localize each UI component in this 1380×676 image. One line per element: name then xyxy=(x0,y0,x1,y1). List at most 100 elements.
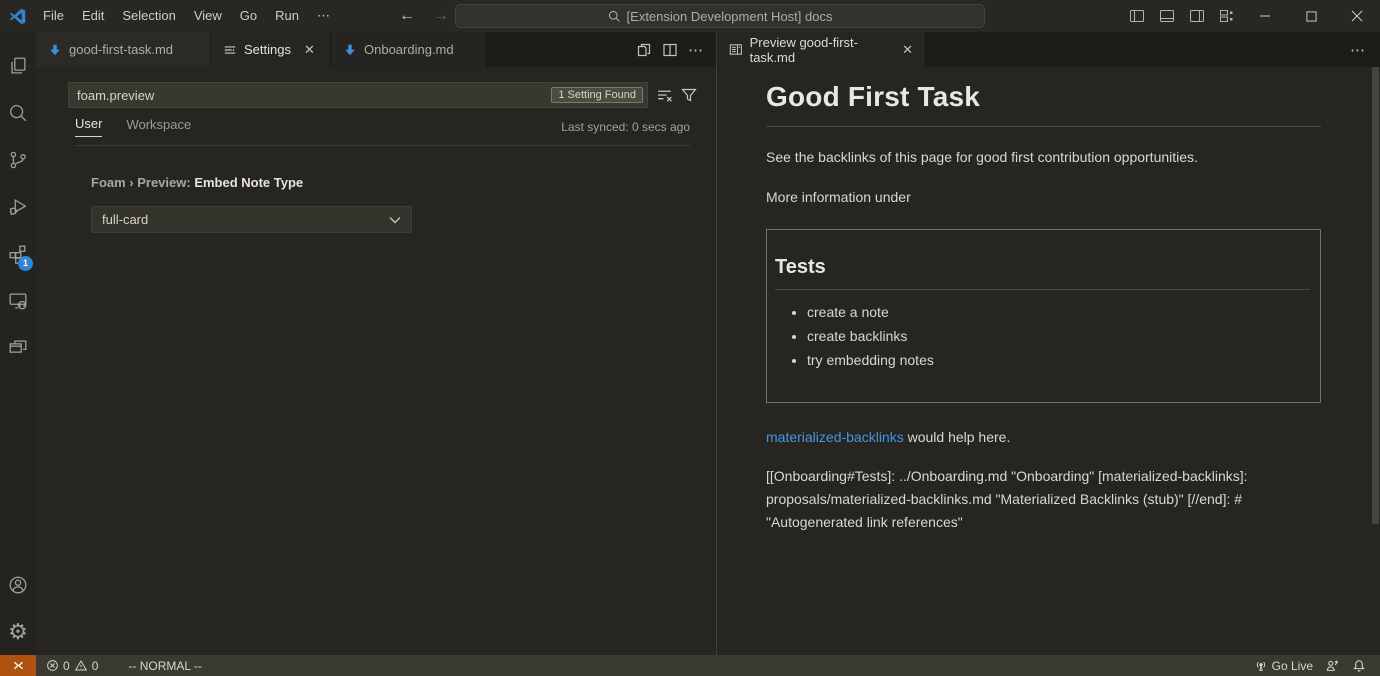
back-arrow-icon[interactable]: ← xyxy=(399,7,415,25)
broadcast-icon xyxy=(1254,659,1268,672)
problems-indicator[interactable]: 0 0 xyxy=(40,655,104,676)
person-feedback-icon xyxy=(1325,659,1340,673)
tab-onboarding[interactable]: Onboarding.md xyxy=(331,32,487,67)
settings-editor-icon xyxy=(223,43,237,57)
preview-paragraph: materialized-backlinks would help here. xyxy=(766,429,1321,445)
close-button[interactable] xyxy=(1334,0,1380,32)
more-actions-icon[interactable]: ⋯ xyxy=(1350,32,1380,67)
split-editor-icon[interactable] xyxy=(662,42,678,58)
menu-run[interactable]: Run xyxy=(266,5,308,27)
embedded-note-title: Tests xyxy=(775,256,1310,290)
tab-settings[interactable]: Settings ✕ xyxy=(211,32,331,67)
close-icon[interactable]: ✕ xyxy=(304,42,315,58)
menu-edit[interactable]: Edit xyxy=(73,5,113,27)
extensions-badge: 1 xyxy=(18,256,33,271)
markdown-preview: Good First Task See the backlinks of thi… xyxy=(717,67,1380,655)
notifications-bell-button[interactable] xyxy=(1346,655,1372,676)
status-bar: 0 0 -- NORMAL -- Go Live xyxy=(0,655,1380,676)
markdown-icon xyxy=(343,43,357,57)
settings-search-input[interactable] xyxy=(69,88,551,103)
clear-filters-icon[interactable] xyxy=(656,87,673,104)
menu-overflow-icon[interactable]: ⋯ xyxy=(308,5,339,27)
tabbar-empty-space xyxy=(487,32,636,67)
command-center-search[interactable]: [Extension Development Host] docs xyxy=(455,4,985,28)
preview-paragraph: See the backlinks of this page for good … xyxy=(766,149,1321,165)
list-item: create backlinks xyxy=(807,328,1312,344)
open-changes-icon[interactable] xyxy=(636,42,652,58)
vscode-window: File Edit Selection View Go Run ⋯ ← → [E… xyxy=(0,0,1380,676)
markdown-icon xyxy=(48,43,62,57)
chevron-down-icon xyxy=(389,216,401,224)
filter-funnel-icon[interactable] xyxy=(681,87,697,103)
go-live-button[interactable]: Go Live xyxy=(1248,655,1319,676)
activity-bar: 1 ⚙ xyxy=(0,32,36,655)
explorer-files-icon[interactable] xyxy=(0,42,36,89)
preview-scrollbar[interactable] xyxy=(1372,67,1379,524)
results-count-badge: 1 Setting Found xyxy=(551,87,643,103)
minimize-button[interactable] xyxy=(1242,0,1288,32)
settings-search-box: 1 Setting Found xyxy=(68,82,648,108)
remote-explorer-icon[interactable] xyxy=(0,277,36,324)
remote-indicator[interactable] xyxy=(0,655,36,676)
source-control-icon[interactable] xyxy=(0,136,36,183)
right-group-tabs: Preview good-first-task.md ✕ ⋯ xyxy=(717,32,1380,67)
editor-actions: ⋯ xyxy=(636,32,716,67)
feedback-button[interactable] xyxy=(1319,655,1346,676)
forward-arrow-icon[interactable]: → xyxy=(433,7,449,25)
tab-label: Onboarding.md xyxy=(364,42,454,57)
tab-preview-good-first-task[interactable]: Preview good-first-task.md ✕ xyxy=(717,32,926,67)
menu-go[interactable]: Go xyxy=(231,5,266,27)
statusbar-right: Go Live xyxy=(1248,655,1380,676)
settings-search-row: 1 Setting Found xyxy=(68,82,726,108)
extensions-icon[interactable]: 1 xyxy=(0,230,36,277)
preview-paragraph: More information under xyxy=(766,189,1321,205)
accounts-icon[interactable] xyxy=(0,561,36,608)
history-navigation: ← → xyxy=(399,7,449,25)
menu-selection[interactable]: Selection xyxy=(113,5,184,27)
tab-label: Settings xyxy=(244,42,291,57)
menu-file[interactable]: File xyxy=(34,5,73,27)
preview-title: Good First Task xyxy=(766,81,1321,127)
more-actions-icon[interactable]: ⋯ xyxy=(688,41,704,59)
errors-count: 0 xyxy=(63,659,70,673)
warnings-count: 0 xyxy=(92,659,99,673)
last-synced-label: Last synced: 0 secs ago xyxy=(561,120,690,134)
bell-icon xyxy=(1352,659,1366,673)
windows-icon[interactable] xyxy=(0,324,36,371)
tab-label: Preview good-first-task.md xyxy=(750,35,890,65)
settings-scope-tabs: User Workspace Last synced: 0 secs ago xyxy=(75,108,690,146)
settings-editor: 1 Setting Found User xyxy=(36,67,717,655)
close-icon[interactable]: ✕ xyxy=(902,42,913,58)
settings-gear-icon[interactable]: ⚙ xyxy=(0,608,36,655)
toggle-panel-icon[interactable] xyxy=(1152,0,1182,32)
menu-view[interactable]: View xyxy=(185,5,231,27)
embed-note-type-dropdown[interactable]: full-card xyxy=(91,206,412,233)
vim-mode-label: -- NORMAL -- xyxy=(128,659,202,673)
setting-title: Foam › Preview: Embed Note Type xyxy=(91,175,716,190)
embedded-note-card: Tests create a note create backlinks try… xyxy=(766,229,1321,403)
scope-tab-workspace[interactable]: Workspace xyxy=(126,117,191,137)
toggle-secondary-sidebar-icon[interactable] xyxy=(1182,0,1212,32)
materialized-backlinks-link[interactable]: materialized-backlinks xyxy=(766,429,904,445)
remote-icon xyxy=(12,659,25,672)
search-icon xyxy=(608,10,621,23)
customize-layout-icon[interactable] xyxy=(1212,0,1242,32)
link-suffix-text: would help here. xyxy=(904,429,1011,445)
toggle-primary-sidebar-icon[interactable] xyxy=(1122,0,1152,32)
scope-tab-user[interactable]: User xyxy=(75,116,102,137)
tabbar-empty-space xyxy=(926,32,1350,67)
tab-label: good-first-task.md xyxy=(69,42,173,57)
maximize-button[interactable] xyxy=(1288,0,1334,32)
left-group-tabs: good-first-task.md Settings ✕ Onboarding… xyxy=(36,32,717,67)
error-icon xyxy=(46,659,59,672)
editor-tab-bar: good-first-task.md Settings ✕ Onboarding… xyxy=(36,32,1380,67)
vscode-logo-icon xyxy=(0,8,34,25)
vim-mode-indicator[interactable]: -- NORMAL -- xyxy=(122,655,208,676)
search-icon[interactable] xyxy=(0,89,36,136)
list-item: try embedding notes xyxy=(807,352,1312,368)
dropdown-value: full-card xyxy=(102,212,148,227)
setting-category: Foam › Preview: xyxy=(91,175,194,190)
tab-good-first-task[interactable]: good-first-task.md xyxy=(36,32,211,67)
open-preview-icon xyxy=(729,42,743,57)
run-debug-icon[interactable] xyxy=(0,183,36,230)
